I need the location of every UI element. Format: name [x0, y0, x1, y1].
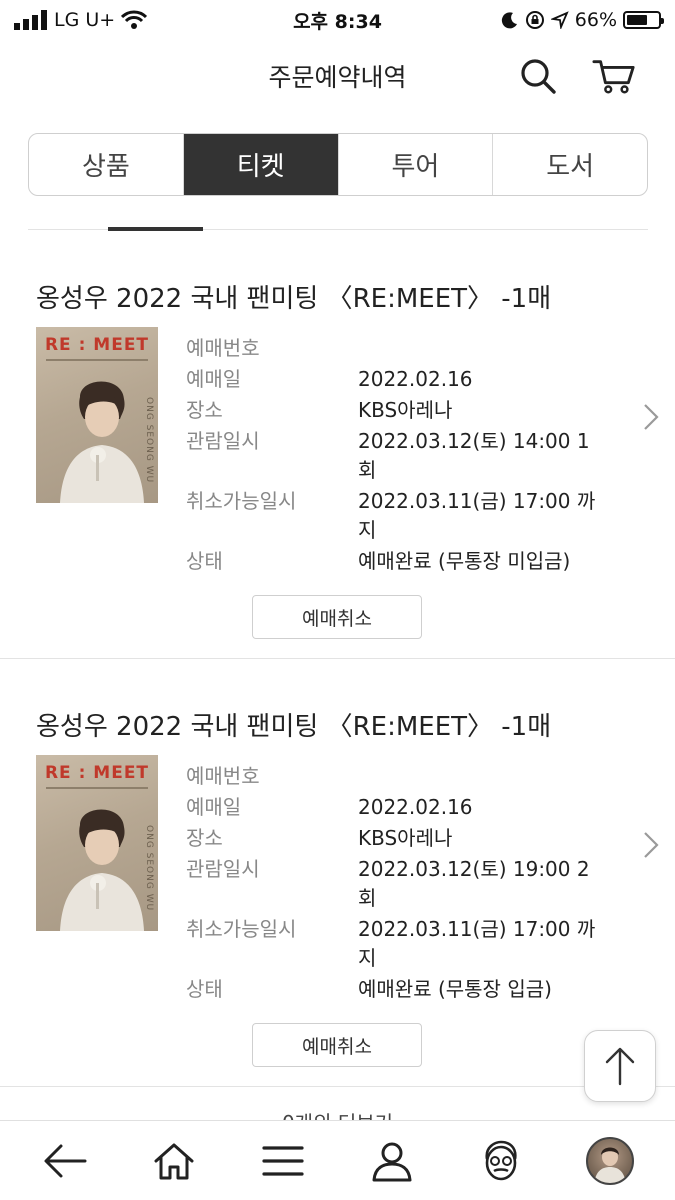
detail-label: 취소가능일시	[186, 489, 297, 513]
cancel-booking-button[interactable]: 예매취소	[252, 1023, 422, 1067]
nav-menu[interactable]	[253, 1131, 313, 1191]
nav-my-page[interactable]	[362, 1131, 422, 1191]
signal-icon	[14, 10, 47, 30]
detail-label: 예매일	[186, 367, 242, 391]
header: 주문예약내역	[0, 40, 675, 112]
tab-books[interactable]: 도서	[493, 134, 647, 195]
avatar	[586, 1136, 635, 1185]
battery-percent: 66%	[574, 9, 617, 31]
detail-label: 예매번호	[186, 764, 260, 788]
nav-profile[interactable]	[580, 1131, 640, 1191]
order-title[interactable]: 옹성우 2022 국내 팬미팅 〈RE:MEET〉 -1매	[36, 706, 551, 743]
poster-image: RE : MEET ONG SEONG WU	[36, 755, 158, 931]
detail-value: 2022.03.11(금) 17:00 까지	[358, 489, 596, 542]
wifi-icon	[121, 10, 148, 29]
detail-value: 예매완료 (무통장 미입금)	[358, 549, 571, 573]
card-divider	[0, 1086, 675, 1087]
page-title: 주문예약내역	[268, 63, 407, 92]
poster-side-text: ONG SEONG WU	[144, 825, 154, 912]
search-icon	[521, 59, 556, 94]
location-icon	[550, 11, 569, 29]
chevron-right-icon[interactable]	[641, 830, 661, 860]
avatar-person	[594, 1147, 627, 1183]
detail-value: 2022.03.11(금) 17:00 까지	[358, 917, 596, 970]
detail-row: 취소가능일시 2022.03.11(금) 17:00 까지	[186, 915, 606, 973]
detail-value: KBS아레나	[358, 398, 453, 422]
back-arrow-icon	[44, 1144, 87, 1177]
poster-title: RE : MEET	[44, 335, 150, 355]
detail-row: 상태 예매완료 (무통장 입금)	[186, 975, 606, 1004]
detail-row: 예매일 2022.02.16	[186, 793, 606, 822]
chevron-right-icon[interactable]	[641, 402, 661, 432]
detail-value	[358, 762, 598, 791]
detail-label: 관람일시	[186, 857, 260, 881]
order-details: 예매번호 예매일 2022.02.16 장소 KBS아레나 관람일시 2022.03.…	[186, 762, 606, 1006]
detail-value: KBS아레나	[358, 826, 453, 850]
detail-row: 예매번호	[186, 334, 606, 363]
detail-value: 2022.02.16	[358, 367, 473, 391]
card-divider	[0, 658, 675, 659]
cancel-booking-button[interactable]: 예매취소	[252, 595, 422, 639]
battery-fill	[627, 15, 647, 25]
rotation-lock-icon	[525, 11, 544, 29]
order-card[interactable]: 옹성우 2022 국내 팬미팅 〈RE:MEET〉 -1매 RE : MEET …	[0, 278, 675, 658]
detail-label: 장소	[186, 398, 223, 422]
detail-value	[358, 334, 598, 363]
carrier-label: LG U+	[54, 9, 116, 31]
poster-image: RE : MEET ONG SEONG WU	[36, 327, 158, 503]
moon-icon	[501, 12, 517, 29]
detail-label: 관람일시	[186, 429, 260, 453]
detail-label: 취소가능일시	[186, 917, 297, 941]
menu-icon	[262, 1145, 304, 1176]
detail-label: 상태	[186, 977, 223, 1001]
person-illustration	[60, 381, 144, 503]
tab-goods[interactable]: 상품	[29, 134, 184, 195]
cart-button[interactable]	[592, 54, 636, 98]
status-bar: LG U+ 오후 8:34 66%	[0, 0, 675, 40]
detail-row: 장소 KBS아레나	[186, 396, 606, 425]
order-card[interactable]: 옹성우 2022 국내 팬미팅 〈RE:MEET〉 -1매 RE : MEET …	[0, 706, 675, 1086]
order-details: 예매번호 예매일 2022.02.16 장소 KBS아레나 관람일시 2022.03.…	[186, 334, 606, 578]
detail-label: 장소	[186, 826, 223, 850]
poster-rule	[46, 359, 148, 361]
cart-icon	[592, 60, 635, 94]
scroll-top-button[interactable]	[584, 1030, 656, 1102]
detail-row: 취소가능일시 2022.03.11(금) 17:00 까지	[186, 487, 606, 545]
nav-character[interactable]	[471, 1131, 531, 1191]
detail-row: 상태 예매완료 (무통장 미입금)	[186, 547, 606, 576]
detail-row: 관람일시 2022.03.12(토) 19:00 2회	[186, 855, 606, 913]
tab-indicator	[108, 227, 203, 231]
detail-value: 2022.02.16	[358, 795, 473, 819]
detail-row: 관람일시 2022.03.12(토) 14:00 1회	[186, 427, 606, 485]
category-tabs: 상품 티켓 투어 도서	[28, 133, 648, 196]
detail-value: 2022.03.12(토) 19:00 2회	[358, 857, 590, 910]
detail-row: 예매번호	[186, 762, 606, 791]
tab-tour[interactable]: 투어	[339, 134, 494, 195]
nav-back[interactable]	[35, 1131, 95, 1191]
arrow-up-icon	[605, 1047, 635, 1086]
detail-label: 상태	[186, 549, 223, 573]
home-icon	[154, 1143, 194, 1179]
poster-side-text: ONG SEONG WU	[144, 397, 154, 484]
battery-icon	[623, 11, 664, 29]
detail-row: 장소 KBS아레나	[186, 824, 606, 853]
bottom-nav	[0, 1120, 675, 1200]
poster-rule	[46, 787, 148, 789]
detail-value: 2022.03.12(토) 14:00 1회	[358, 429, 590, 482]
poster-title: RE : MEET	[44, 763, 150, 783]
status-right: 66%	[501, 9, 664, 31]
person-icon	[372, 1142, 412, 1181]
detail-label: 예매번호	[186, 336, 260, 360]
detail-label: 예매일	[186, 795, 242, 819]
person-illustration	[60, 809, 144, 931]
tab-ticket[interactable]: 티켓	[183, 134, 339, 195]
detail-value: 예매완료 (무통장 입금)	[358, 977, 552, 1001]
status-left: LG U+	[14, 9, 148, 31]
search-button[interactable]	[516, 54, 560, 98]
detail-row: 예매일 2022.02.16	[186, 365, 606, 394]
nav-home[interactable]	[144, 1131, 204, 1191]
order-title[interactable]: 옹성우 2022 국내 팬미팅 〈RE:MEET〉 -1매	[36, 278, 551, 315]
face-icon	[485, 1140, 517, 1180]
